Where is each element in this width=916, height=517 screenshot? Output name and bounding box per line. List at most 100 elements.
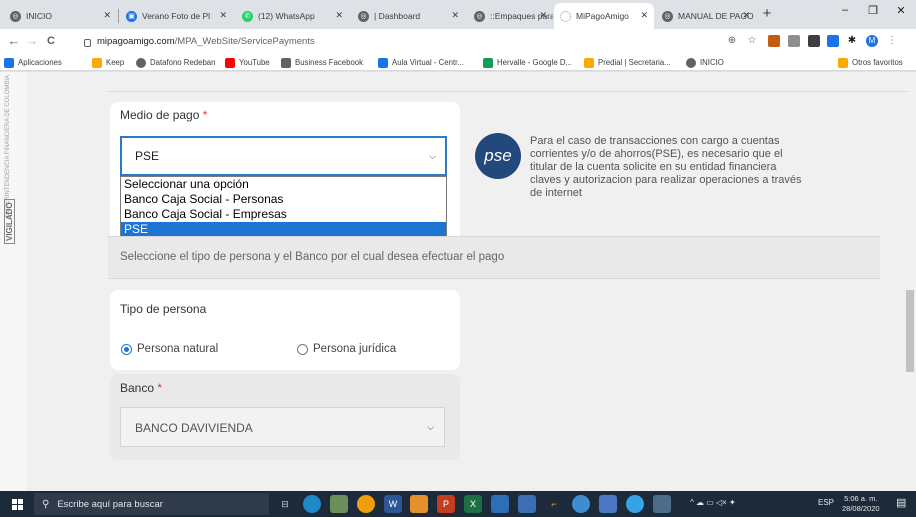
globe-icon: [136, 57, 146, 68]
menu-dots-icon[interactable]: ⋮: [886, 35, 898, 47]
edge-icon[interactable]: [303, 495, 321, 513]
extension-icon[interactable]: [808, 35, 820, 47]
apps-grid-icon: [4, 57, 14, 68]
radio-persona-juridica[interactable]: [297, 344, 308, 355]
app-icon[interactable]: [626, 495, 644, 513]
shield-icon: [584, 57, 594, 68]
tab-manual[interactable]: ◎ MANUAL DE PAGO ✕: [656, 3, 756, 29]
close-tab-icon[interactable]: ✕: [640, 10, 648, 21]
person-type-label: Tipo de persona: [120, 302, 207, 316]
pse-description: Para el caso de transacciones con cargo …: [530, 135, 802, 199]
app-icon[interactable]: [518, 495, 536, 513]
forward-button[interactable]: →: [24, 33, 40, 49]
close-tab-icon[interactable]: ✕: [539, 10, 547, 21]
keep-icon: [92, 57, 102, 68]
language-indicator[interactable]: ESP: [818, 498, 834, 507]
payment-method-label: Medio de pago *: [120, 108, 208, 122]
back-button[interactable]: ←: [6, 33, 22, 49]
close-tab-icon[interactable]: ✕: [103, 10, 111, 21]
windows-taskbar: ⚲ Escribe aquí para buscar ⊟ W P X ⌐ ^ ☁…: [0, 491, 916, 517]
tab-strip: ◎ INICIO ✕ ▣ Verano Foto de Pl ✕ ✆ (12) …: [0, 0, 916, 29]
bank-label: Banco *: [120, 381, 163, 395]
close-tab-icon[interactable]: ✕: [451, 10, 459, 21]
vertical-regulator-text: SUPERINTENDENCIA FINANCIERA DE COLOMBIA: [5, 74, 11, 217]
bank-select[interactable]: BANCO DAVIVIENDA ⌵: [120, 407, 445, 447]
minimize-button[interactable]: –: [830, 4, 860, 22]
taskbar-search[interactable]: ⚲ Escribe aquí para buscar: [34, 493, 269, 515]
pse-logo: pse: [475, 133, 521, 179]
tab-verano[interactable]: ▣ Verano Foto de Pl ✕: [120, 3, 233, 29]
other-bookmarks[interactable]: Otros favoritos: [838, 56, 903, 69]
powerpoint-icon[interactable]: P: [437, 495, 455, 513]
extension-icon[interactable]: [827, 35, 839, 47]
globe-icon: ◎: [474, 10, 485, 22]
bookmark-aula-virtual[interactable]: Aula Virtual - Centr...: [378, 56, 464, 69]
word-icon[interactable]: W: [384, 495, 402, 513]
tab-separator: [118, 9, 119, 23]
tab-dashboard[interactable]: ◎ | Dashboard ✕: [352, 3, 465, 29]
taskbar-clock[interactable]: 5:06 a. m. 28/08/2020: [842, 494, 880, 514]
app-icon[interactable]: [330, 495, 348, 513]
app-icon[interactable]: [653, 495, 671, 513]
bookmark-aplicaciones[interactable]: Aplicaciones: [4, 56, 62, 69]
tab-inicio[interactable]: ◎ INICIO ✕: [4, 3, 117, 29]
profile-avatar-icon[interactable]: M: [866, 35, 878, 47]
system-tray-icons[interactable]: ^ ☁ ▭ ◁× ✦: [690, 498, 736, 507]
globe-icon: ◎: [10, 10, 21, 22]
photo-icon: ▣: [126, 10, 137, 22]
notification-icon[interactable]: ▤: [896, 496, 906, 509]
tab-whatsapp[interactable]: ✆ (12) WhatsApp ✕: [236, 3, 349, 29]
globe-icon: [686, 57, 696, 68]
new-tab-button[interactable]: +: [757, 3, 777, 25]
windows-start-icon[interactable]: [12, 499, 23, 510]
tab-mipagoamigo[interactable]: MiPagoAmigo ✕: [554, 3, 654, 29]
divider: [108, 91, 908, 92]
app-icon[interactable]: [599, 495, 617, 513]
payment-method-select[interactable]: PSE ⌵: [120, 136, 447, 176]
left-strip: SUPERINTENDENCIA FINANCIERA DE COLOMBIA …: [0, 72, 26, 491]
address-bar[interactable]: mipagoamigo.com/MPA_WebSite/ServicePayme…: [78, 32, 758, 51]
scrollbar-thumb[interactable]: [906, 290, 914, 372]
app-icon[interactable]: [572, 495, 590, 513]
bookmark-keep[interactable]: Keep: [92, 56, 124, 69]
folder-icon[interactable]: ⌐: [545, 495, 563, 513]
bookmark-youtube[interactable]: YouTube: [225, 56, 270, 69]
lock-icon: [84, 38, 91, 47]
task-view-icon[interactable]: ⊟: [276, 495, 294, 513]
option-pse[interactable]: PSE: [121, 222, 446, 237]
globe-icon: ◎: [358, 10, 369, 22]
close-window-button[interactable]: ✕: [886, 4, 916, 22]
whatsapp-icon: ✆: [242, 10, 253, 22]
bookmark-inicio[interactable]: INICIO: [686, 56, 724, 69]
close-tab-icon[interactable]: ✕: [219, 10, 227, 21]
file-explorer-icon[interactable]: [491, 495, 509, 513]
option-caja-social-empresas[interactable]: Banco Caja Social - Empresas: [121, 207, 446, 222]
option-caja-social-personas[interactable]: Banco Caja Social - Personas: [121, 192, 446, 207]
bookmark-predial[interactable]: Predial | Secretaria...: [584, 56, 671, 69]
option-seleccionar[interactable]: Seleccionar una opción: [121, 177, 446, 192]
loading-icon: [560, 10, 571, 22]
persona-juridica-label: Persona jurídica: [313, 343, 397, 355]
extension-icon[interactable]: [768, 35, 780, 47]
page-scrollbar[interactable]: [904, 72, 916, 491]
extension-icon[interactable]: [788, 35, 800, 47]
maximize-button[interactable]: ❐: [858, 4, 888, 22]
radio-persona-natural[interactable]: [121, 344, 132, 355]
close-tab-icon[interactable]: ✕: [335, 10, 343, 21]
tab-empaques[interactable]: ◎ ::Empaques para ✕: [468, 3, 553, 29]
bookmark-business-facebook[interactable]: Business Facebook: [281, 56, 363, 69]
bookmark-hervalle[interactable]: Hervalle - Google D...: [483, 56, 572, 69]
page-icon: [281, 57, 291, 68]
puzzle-icon[interactable]: ✱: [846, 35, 858, 47]
browser-toolbar: ← → C mipagoamigo.com/MPA_WebSite/Servic…: [0, 29, 916, 54]
reload-button[interactable]: C: [43, 33, 59, 49]
zoom-icon[interactable]: ⊕: [726, 35, 738, 47]
persona-natural-label: Persona natural: [137, 343, 219, 355]
bookmark-datafono[interactable]: Datafono Redeban: [136, 56, 215, 69]
chrome-icon[interactable]: [357, 495, 375, 513]
app-icon[interactable]: [410, 495, 428, 513]
vigilado-logo: VIGILADO: [4, 199, 15, 244]
excel-icon[interactable]: X: [464, 495, 482, 513]
star-icon[interactable]: ☆: [746, 35, 758, 47]
close-tab-icon[interactable]: ✕: [742, 10, 750, 21]
